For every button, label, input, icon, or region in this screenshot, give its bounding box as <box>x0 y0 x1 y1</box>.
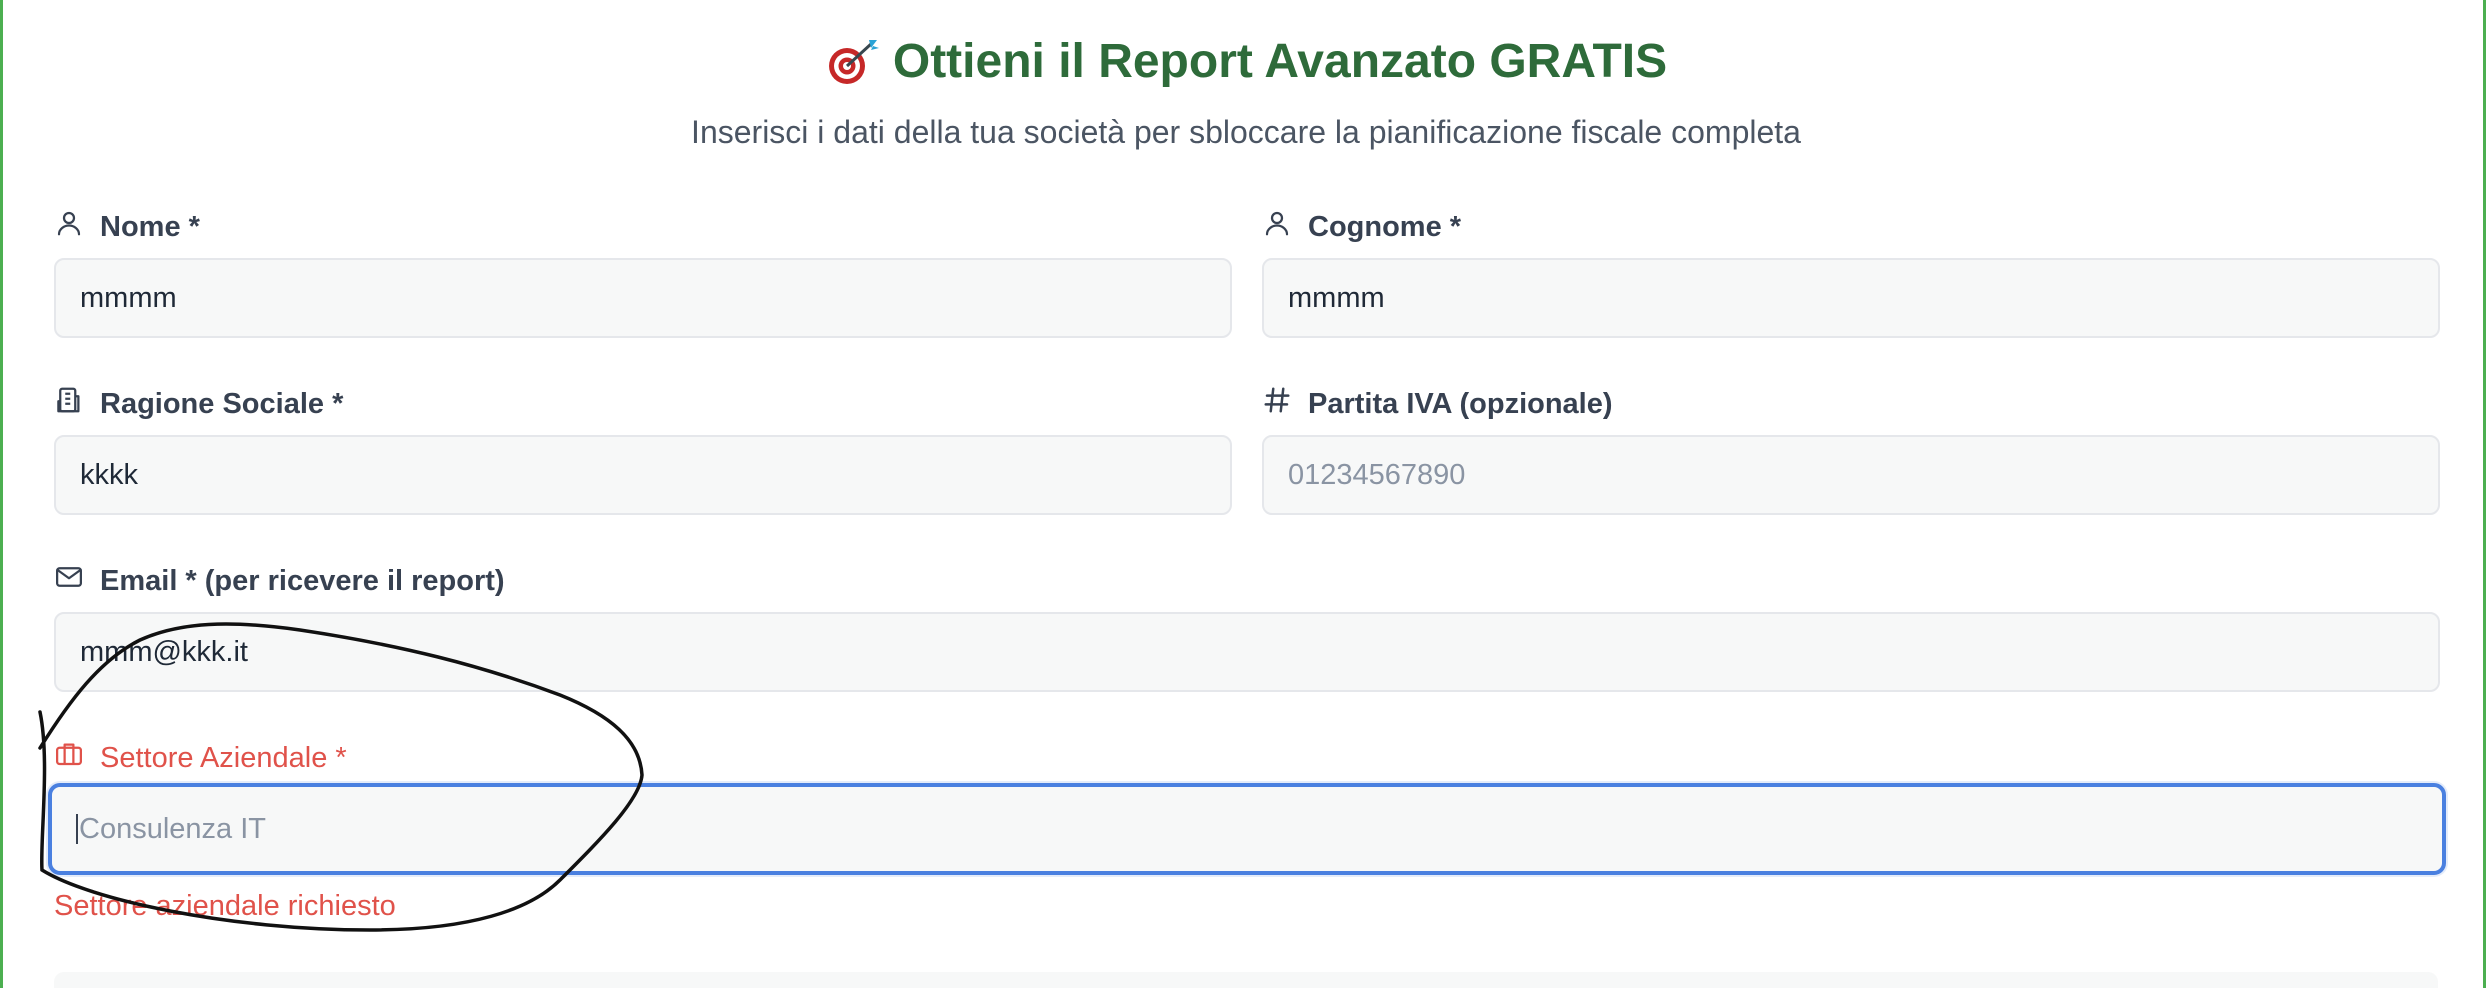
settore-label: Settore Aziendale * <box>54 739 347 777</box>
cognome-input[interactable]: mmmm <box>1262 258 2440 338</box>
briefcase-icon <box>54 739 84 777</box>
settore-input[interactable]: Consulenza IT <box>48 783 2446 875</box>
partita-iva-input[interactable]: 01234567890 <box>1262 435 2440 515</box>
cognome-label: Cognome * <box>1262 208 1461 246</box>
text-cursor <box>76 814 78 844</box>
user-icon <box>54 208 84 246</box>
ragione-sociale-label: Ragione Sociale * <box>54 385 343 423</box>
page-title-text: Ottieni il Report Avanzato GRATIS <box>892 35 1668 88</box>
user-icon <box>1262 208 1292 246</box>
ragione-sociale-input[interactable]: kkkk <box>54 435 1232 515</box>
target-dart-icon <box>825 36 881 88</box>
mail-icon <box>54 562 84 600</box>
hash-icon <box>1262 385 1292 423</box>
nome-label: Nome * <box>54 208 200 246</box>
page-title: Ottieni il Report Avanzato GRATIS <box>0 34 2492 89</box>
next-section <box>54 972 2438 988</box>
building-icon <box>54 385 84 423</box>
nome-input[interactable]: mmmm <box>54 258 1232 338</box>
settore-error-message: Settore aziendale richiesto <box>54 890 396 922</box>
email-label: Email * (per ricevere il report) <box>54 562 505 600</box>
page-subtitle: Inserisci i dati della tua società per s… <box>691 114 1801 150</box>
partita-iva-label: Partita IVA (opzionale) <box>1262 385 1613 423</box>
email-input[interactable]: mmm@kkk.it <box>54 612 2440 692</box>
